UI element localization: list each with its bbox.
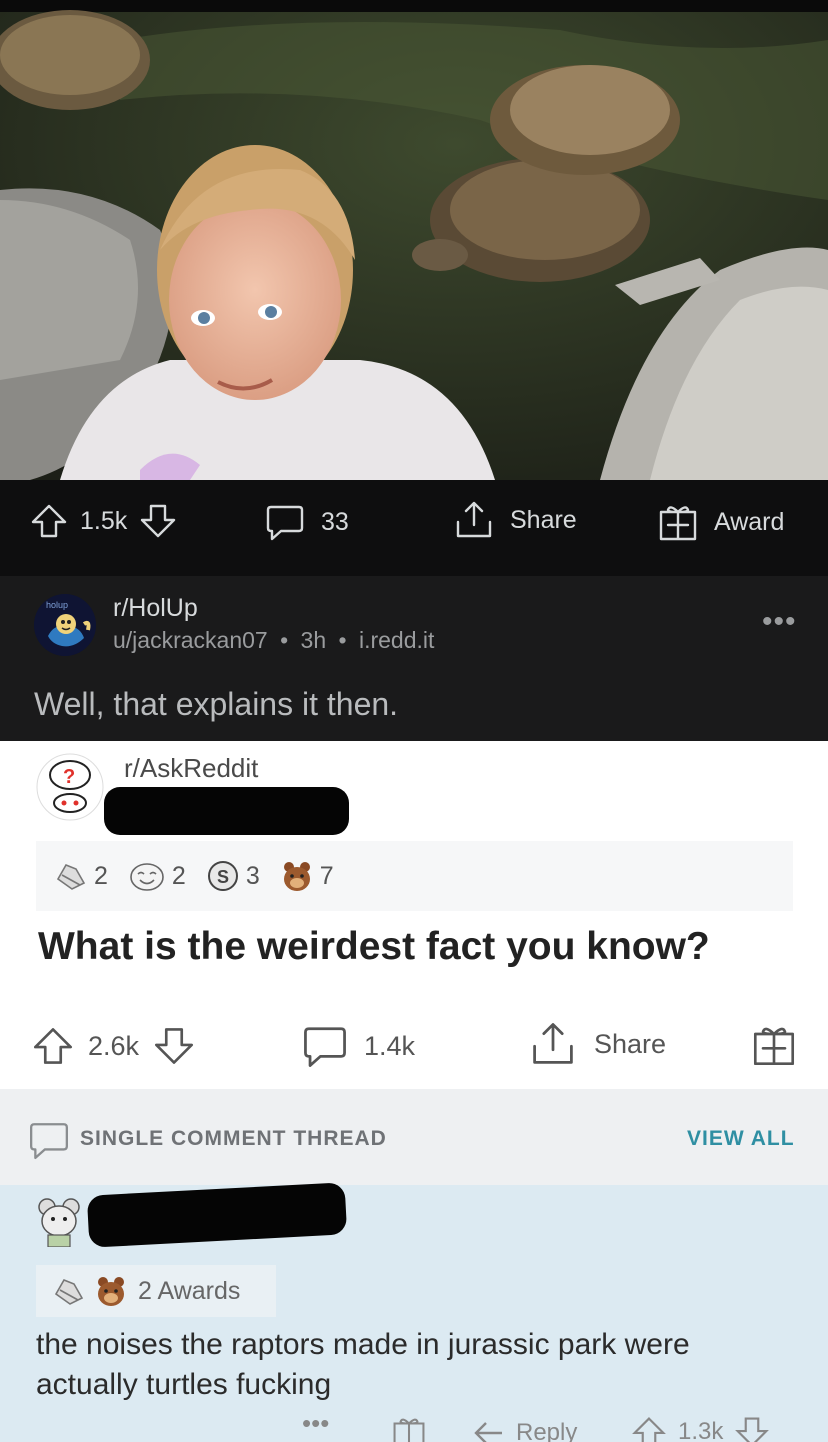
view-all-button[interactable]: VIEW ALL xyxy=(687,1127,795,1151)
award-button[interactable]: Award xyxy=(658,502,784,542)
embedded-comment-count: 1.4k xyxy=(364,1030,416,1061)
comment: 2 Awards the noises the raptors made in … xyxy=(0,1182,828,1442)
embedded-share-button[interactable]: Share xyxy=(530,1021,666,1067)
comment-icon xyxy=(304,1027,346,1067)
gift-icon[interactable] xyxy=(392,1415,426,1442)
embedded-award-button[interactable] xyxy=(752,1023,796,1067)
embedded-screenshot: ? r/AskReddit 2 2 S 3 7 What is the weir… xyxy=(0,741,828,1442)
award-count: 2 xyxy=(171,861,186,890)
share-button[interactable]: Share xyxy=(454,500,577,540)
post-photo xyxy=(0,0,828,480)
redacted-username xyxy=(86,1182,348,1248)
comment-vote-count: 1.3k xyxy=(678,1418,724,1442)
award-item: S 3 xyxy=(206,859,260,893)
reply-label: Reply xyxy=(516,1419,578,1442)
comment-action-bar: ••• Reply 1.3k xyxy=(0,1410,828,1442)
gift-icon xyxy=(659,506,697,541)
comment-vote-group: 1.3k xyxy=(632,1415,770,1442)
embedded-comments-button[interactable]: 1.4k xyxy=(302,1023,415,1069)
svg-text:?: ? xyxy=(63,766,75,788)
author-link[interactable]: u/jackrackan07 xyxy=(113,627,268,653)
upvote-icon[interactable] xyxy=(30,502,68,540)
redacted-username xyxy=(104,787,349,835)
comments-button[interactable]: 33 xyxy=(265,502,349,542)
more-options-button[interactable]: ••• xyxy=(762,607,797,637)
share-label: Share xyxy=(510,505,577,534)
post-header: holup r/HolUp u/jackrackan07 • 3h • i.re… xyxy=(0,576,828,741)
embedded-vote-group: 2.6k xyxy=(32,1025,195,1067)
thread-label: SINGLE COMMENT THREAD xyxy=(80,1127,387,1150)
award-item: 2 xyxy=(128,859,186,893)
comment-icon xyxy=(266,505,304,541)
svg-text:S: S xyxy=(217,867,229,887)
vote-group: 1.5k xyxy=(30,502,177,540)
upvote-count: 1.5k xyxy=(80,506,128,535)
single-comment-thread-bar: SINGLE COMMENT THREAD VIEW ALL xyxy=(0,1089,828,1185)
award-item: 7 xyxy=(280,859,334,893)
post-image[interactable] xyxy=(0,0,828,480)
post-domain[interactable]: i.redd.it xyxy=(359,627,434,653)
commenter-avatar[interactable] xyxy=(36,1197,82,1247)
comment-count: 33 xyxy=(321,507,349,536)
comment-icon xyxy=(29,1123,69,1160)
award-count: 7 xyxy=(319,861,334,890)
comment-awards[interactable]: 2 Awards xyxy=(36,1265,276,1317)
silver-award-icon: S xyxy=(207,861,238,891)
award-count: 2 xyxy=(94,861,108,890)
holup-logo-icon: holup xyxy=(34,594,96,656)
downvote-icon[interactable] xyxy=(735,1415,770,1442)
share-icon xyxy=(533,1023,573,1064)
upvote-icon[interactable] xyxy=(32,1025,74,1067)
subreddit-avatar[interactable]: holup xyxy=(34,594,96,656)
comment-awards-label: 2 Awards xyxy=(138,1276,241,1305)
post-title: Well, that explains it then. xyxy=(34,686,399,722)
post-age: 3h xyxy=(300,627,327,653)
subreddit-name[interactable]: r/HolUp xyxy=(113,594,198,623)
post-meta: u/jackrackan07 • 3h • i.redd.it xyxy=(113,627,434,654)
embedded-post-title[interactable]: What is the weirdest fact you know? xyxy=(38,925,710,969)
post-action-bar: 1.5k 33 Share Award xyxy=(0,480,828,576)
share-icon xyxy=(456,501,492,538)
askreddit-logo-icon: ? xyxy=(36,753,104,821)
laughing-award-icon xyxy=(130,863,164,891)
award-label: Award xyxy=(714,507,785,536)
bear-award-icon xyxy=(98,1277,124,1306)
wholesome-award-icon xyxy=(56,863,86,890)
award-item: 2 xyxy=(54,859,108,893)
embedded-upvote-count: 2.6k xyxy=(88,1030,140,1061)
embedded-share-label: Share xyxy=(594,1028,667,1059)
bear-award-icon xyxy=(283,862,310,891)
downvote-icon[interactable] xyxy=(153,1025,195,1067)
reply-icon xyxy=(474,1422,502,1442)
meta-separator: • xyxy=(338,627,347,653)
comment-more-button[interactable]: ••• xyxy=(302,1410,329,1436)
embedded-subreddit-name[interactable]: r/AskReddit xyxy=(124,753,258,784)
gift-icon xyxy=(753,1027,795,1066)
downvote-icon[interactable] xyxy=(139,502,177,540)
subreddit-avatar-text: holup xyxy=(46,600,68,610)
meta-separator: • xyxy=(280,627,289,653)
embedded-action-bar: 2.6k 1.4k Share xyxy=(0,1011,828,1089)
wholesome-award-icon xyxy=(54,1278,84,1305)
award-count: 3 xyxy=(245,861,260,890)
awards-bar[interactable]: 2 2 S 3 7 xyxy=(36,841,793,911)
upvote-icon[interactable] xyxy=(632,1415,666,1442)
comment-body: the noises the raptors made in jurassic … xyxy=(36,1328,690,1401)
reply-button[interactable]: Reply xyxy=(472,1419,577,1442)
